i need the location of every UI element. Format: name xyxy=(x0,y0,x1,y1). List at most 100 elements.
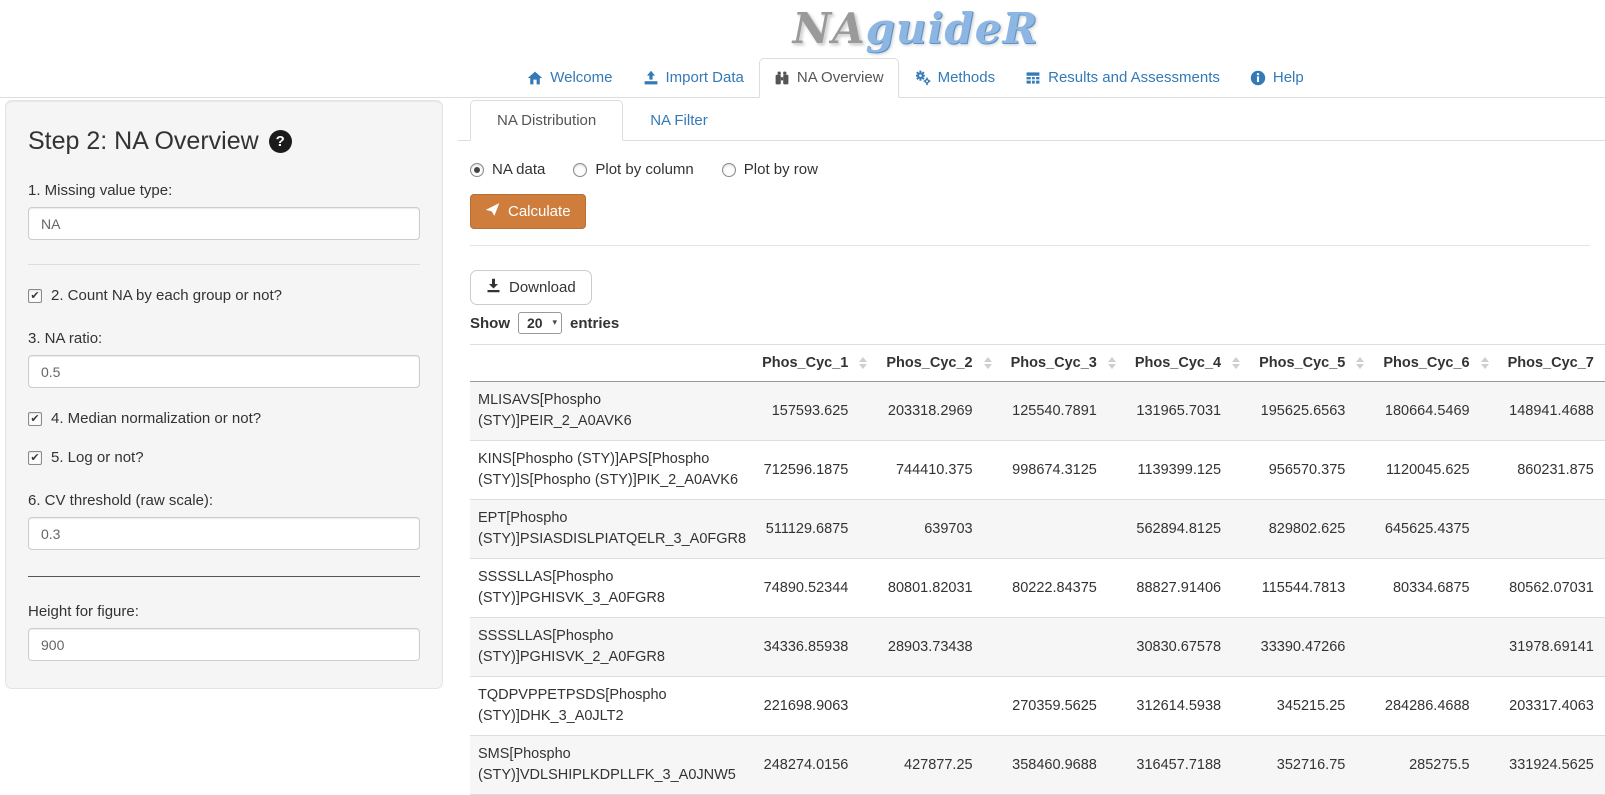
value-cell: 998674.3125 xyxy=(1003,441,1127,500)
log-label: 5. Log or not? xyxy=(51,449,144,466)
column-header[interactable]: Phos_Cyc_1 xyxy=(754,345,878,382)
value-cell: 1139399.125 xyxy=(1127,441,1251,500)
sort-icon[interactable] xyxy=(984,357,992,369)
na-ratio-input[interactable] xyxy=(28,355,420,388)
missing-type-input[interactable] xyxy=(28,207,420,240)
row-name-cell: SSSSLLAS[Phospho (STY)]PGHISVK_3_A0FGR8 xyxy=(470,559,754,618)
column-header[interactable]: Phos_Cyc_7 xyxy=(1500,345,1605,382)
cv-threshold-input[interactable] xyxy=(28,517,420,550)
checkbox-checked-icon[interactable]: ✔ xyxy=(28,451,42,465)
column-header[interactable]: Phos_Cyc_4 xyxy=(1127,345,1251,382)
log-checkbox-row[interactable]: ✔ 5. Log or not? xyxy=(28,449,420,466)
median-norm-checkbox-row[interactable]: ✔ 4. Median normalization or not? xyxy=(28,410,420,427)
tab-na-distribution[interactable]: NA Distribution xyxy=(470,100,623,141)
calculate-button[interactable]: Calculate xyxy=(470,194,586,229)
count-group-checkbox-row[interactable]: ✔ 2. Count NA by each group or not? xyxy=(28,287,420,304)
value-cell: 80334.6875 xyxy=(1375,559,1499,618)
value-cell: 511129.6875 xyxy=(754,500,878,559)
radio-plot-by-row[interactable]: Plot by row xyxy=(722,161,818,178)
radio-dot xyxy=(474,167,480,173)
nav-tab-label: Help xyxy=(1273,68,1304,88)
table-row: KINS[Phospho (STY)]APS[Phospho (STY)]S[P… xyxy=(470,441,1605,500)
sort-icon[interactable] xyxy=(859,357,867,369)
value-cell: 270359.5625 xyxy=(1003,677,1127,736)
sidebar-panel: Step 2: NA Overview ? 1. Missing value t… xyxy=(5,100,443,689)
upload-icon xyxy=(643,70,659,86)
nav-tab-results-assessments[interactable]: Results and Assessments xyxy=(1010,58,1235,98)
median-norm-label: 4. Median normalization or not? xyxy=(51,410,261,427)
value-cell: 312614.5938 xyxy=(1127,677,1251,736)
value-cell: 33390.47266 xyxy=(1251,618,1375,677)
column-header-label: Phos_Cyc_4 xyxy=(1135,355,1221,371)
home-icon xyxy=(527,70,543,86)
value-cell: 195625.6563 xyxy=(1251,382,1375,441)
value-cell: 203318.2969 xyxy=(878,382,1002,441)
main-nav-list: Welcome Import Data NA Overview Methods … xyxy=(0,58,1605,98)
nav-tab-label: Import Data xyxy=(666,68,744,88)
nav-tab-label: Results and Assessments xyxy=(1048,68,1220,88)
nav-tab-na-overview[interactable]: NA Overview xyxy=(759,58,899,98)
divider xyxy=(470,245,1590,246)
radio-selected-icon[interactable] xyxy=(470,163,484,177)
column-header[interactable]: Phos_Cyc_6 xyxy=(1375,345,1499,382)
sort-icon[interactable] xyxy=(1356,357,1364,369)
value-cell: 562894.8125 xyxy=(1127,500,1251,559)
column-header-label: Phos_Cyc_2 xyxy=(886,355,972,371)
download-button-label: Download xyxy=(509,279,576,296)
checkbox-checked-icon[interactable]: ✔ xyxy=(28,412,42,426)
nav-tab-label: NA Overview xyxy=(797,68,884,88)
column-header[interactable]: Phos_Cyc_2 xyxy=(878,345,1002,382)
table-row: SSSSLLAS[Phospho (STY)]PGHISVK_3_A0FGR8 … xyxy=(470,559,1605,618)
value-cell xyxy=(1375,618,1499,677)
table-header-row: Phos_Cyc_1 Phos_Cyc_2 Phos_Cyc_3 Phos_Cy… xyxy=(470,345,1605,382)
radio-unselected-icon[interactable] xyxy=(722,163,736,177)
radio-label: Plot by column xyxy=(595,161,693,178)
missing-type-label: 1. Missing value type: xyxy=(28,182,420,199)
value-cell: 34336.85938 xyxy=(754,618,878,677)
value-cell: 30830.67578 xyxy=(1127,618,1251,677)
nav-tab-help[interactable]: Help xyxy=(1235,58,1319,98)
show-label: Show xyxy=(470,315,510,332)
logo-wrap: NAguideR xyxy=(0,4,1605,53)
value-cell: 80562.07031 xyxy=(1500,559,1605,618)
tab-content: NA data Plot by column Plot by row Calcu… xyxy=(458,141,1605,795)
question-circle-icon[interactable]: ? xyxy=(269,130,292,153)
nav-tab-label: Methods xyxy=(938,68,996,88)
row-name-cell: EPT[Phospho (STY)]PSIASDISLPIATQELR_3_A0… xyxy=(470,500,754,559)
value-cell: 125540.7891 xyxy=(1003,382,1127,441)
column-header-label: Phos_Cyc_3 xyxy=(1011,355,1097,371)
radio-plot-by-column[interactable]: Plot by column xyxy=(573,161,693,178)
page-length-control: Show 20 ▾ entries xyxy=(470,312,1590,334)
download-button[interactable]: Download xyxy=(470,270,592,305)
sort-icon[interactable] xyxy=(1108,357,1116,369)
value-cell: 88827.91406 xyxy=(1127,559,1251,618)
value-cell xyxy=(878,677,1002,736)
subtab-bar: NA Distribution NA Filter xyxy=(458,100,1605,141)
column-header-label: Phos_Cyc_7 xyxy=(1508,355,1594,371)
tab-na-filter[interactable]: NA Filter xyxy=(623,100,735,141)
radio-unselected-icon[interactable] xyxy=(573,163,587,177)
table-icon xyxy=(1025,70,1041,86)
plot-type-radio-group: NA data Plot by column Plot by row xyxy=(470,161,1590,178)
page-length-select[interactable]: 20 xyxy=(518,312,562,334)
main-content: NA Distribution NA Filter NA data Plot b… xyxy=(458,100,1605,795)
row-name-cell: SSSSLLAS[Phospho (STY)]PGHISVK_2_A0FGR8 xyxy=(470,618,754,677)
figure-height-input[interactable] xyxy=(28,628,420,661)
figure-height-label: Height for figure: xyxy=(28,603,420,620)
radio-na-data[interactable]: NA data xyxy=(470,161,545,178)
table-row: TQDPVPPETPSDS[Phospho (STY)]DHK_3_A0JLT2… xyxy=(470,677,1605,736)
value-cell xyxy=(1003,500,1127,559)
sidebar-title-text: Step 2: NA Overview xyxy=(28,127,259,156)
sort-icon[interactable] xyxy=(1232,357,1240,369)
nav-tab-import-data[interactable]: Import Data xyxy=(628,58,759,98)
checkbox-checked-icon[interactable]: ✔ xyxy=(28,289,42,303)
paper-plane-icon xyxy=(485,202,500,221)
column-header[interactable]: Phos_Cyc_3 xyxy=(1003,345,1127,382)
app-header: NAguideR xyxy=(0,0,1605,59)
value-cell: 639703 xyxy=(878,500,1002,559)
nav-tab-methods[interactable]: Methods xyxy=(899,58,1011,98)
column-header[interactable]: Phos_Cyc_5 xyxy=(1251,345,1375,382)
nav-tab-welcome[interactable]: Welcome xyxy=(512,58,627,98)
table-row: EPT[Phospho (STY)]PSIASDISLPIATQELR_3_A0… xyxy=(470,500,1605,559)
sort-icon[interactable] xyxy=(1481,357,1489,369)
